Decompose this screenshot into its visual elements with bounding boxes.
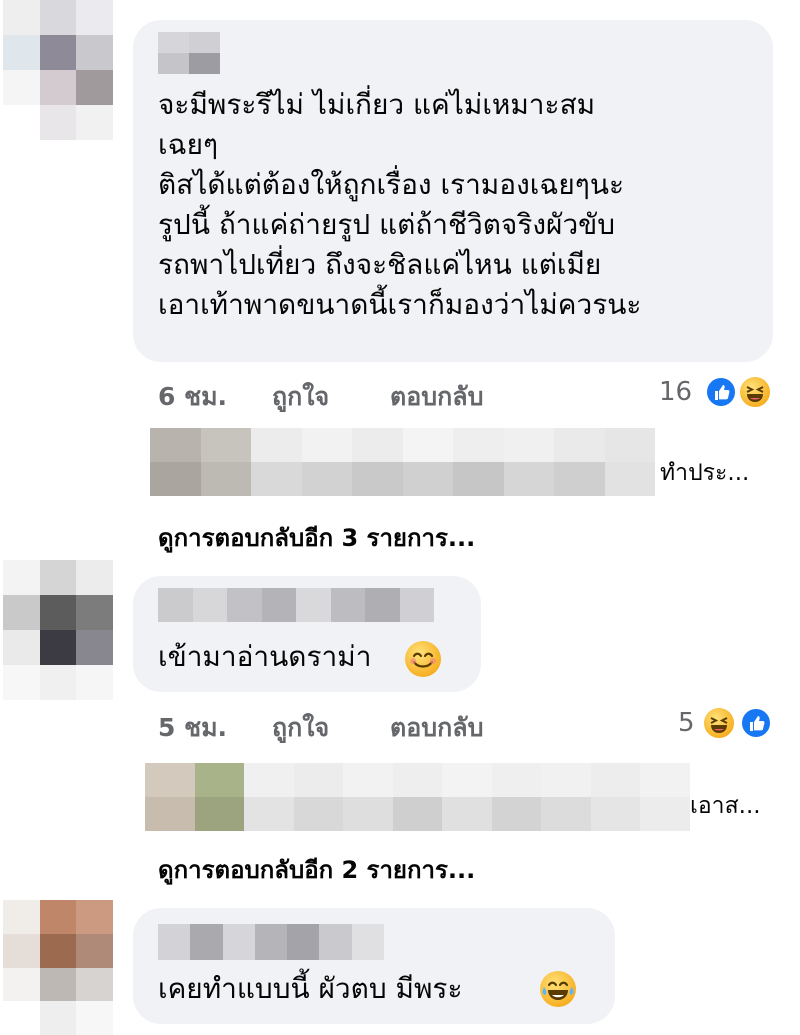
comment-timestamp[interactable]: 6 ชม. bbox=[158, 377, 227, 417]
smiling-face-emoji bbox=[405, 641, 441, 677]
like-reaction-icon[interactable] bbox=[705, 376, 737, 408]
reply-button[interactable]: ตอบกลับ bbox=[390, 708, 483, 748]
like-reaction-icon[interactable] bbox=[740, 707, 772, 739]
reply-preview-text[interactable]: ทำประ... bbox=[660, 455, 749, 491]
reply-preview-blurred[interactable] bbox=[145, 763, 690, 831]
view-more-replies-link[interactable]: ดูการตอบกลับอีก 2 รายการ... bbox=[158, 850, 475, 889]
reply-preview-blurred[interactable] bbox=[150, 428, 655, 496]
commenter-name-blurred[interactable] bbox=[158, 588, 434, 622]
avatar[interactable] bbox=[3, 900, 113, 1035]
reply-button[interactable]: ตอบกลับ bbox=[390, 377, 483, 417]
comment-text-line: เคยทำแบบนี้ ผัวตบ มีพระ bbox=[158, 972, 463, 1005]
commenter-name-blurred[interactable] bbox=[158, 32, 220, 74]
comment-text-line: เฉยๆ bbox=[158, 128, 219, 161]
comment-text-line: เข้ามาอ่านดราม่า bbox=[158, 640, 372, 673]
comment-text-line: ติสได้แต่ต้องให้ถูกเรื่อง เรามองเฉยๆนะ bbox=[158, 168, 625, 201]
haha-reaction-icon[interactable] bbox=[702, 706, 736, 740]
reply-preview-text[interactable]: เอาส... bbox=[690, 788, 761, 824]
avatar[interactable] bbox=[3, 560, 113, 700]
comment-text-line: เอาเท้าพาดขนาดนี้เราก็มองว่าไม่ควรนะ bbox=[158, 288, 642, 321]
view-more-replies-link[interactable]: ดูการตอบกลับอีก 3 รายการ... bbox=[158, 518, 475, 557]
like-button[interactable]: ถูกใจ bbox=[272, 708, 329, 748]
comment-timestamp[interactable]: 5 ชม. bbox=[158, 708, 227, 748]
haha-reaction-icon[interactable] bbox=[738, 375, 772, 409]
tears-of-joy-emoji bbox=[540, 971, 576, 1007]
reaction-count[interactable]: 16 bbox=[659, 377, 692, 407]
like-button[interactable]: ถูกใจ bbox=[272, 377, 329, 417]
comment-text-line: รูปนี้ ถ้าแค่ถ่ายรูป แต่ถ้าชีวิตจริงผัวข… bbox=[158, 208, 616, 241]
commenter-name-blurred[interactable] bbox=[158, 924, 384, 960]
comment-text-line: จะมีพระรึไม่ ไม่เกี่ยว แค่ไม่เหมาะสม bbox=[158, 88, 596, 121]
comment-text-line: รถพาไปเที่ยว ถึงจะชิลแค่ไหน แต่เมีย bbox=[158, 248, 602, 281]
avatar[interactable] bbox=[3, 0, 113, 140]
reaction-count[interactable]: 5 bbox=[678, 708, 695, 738]
